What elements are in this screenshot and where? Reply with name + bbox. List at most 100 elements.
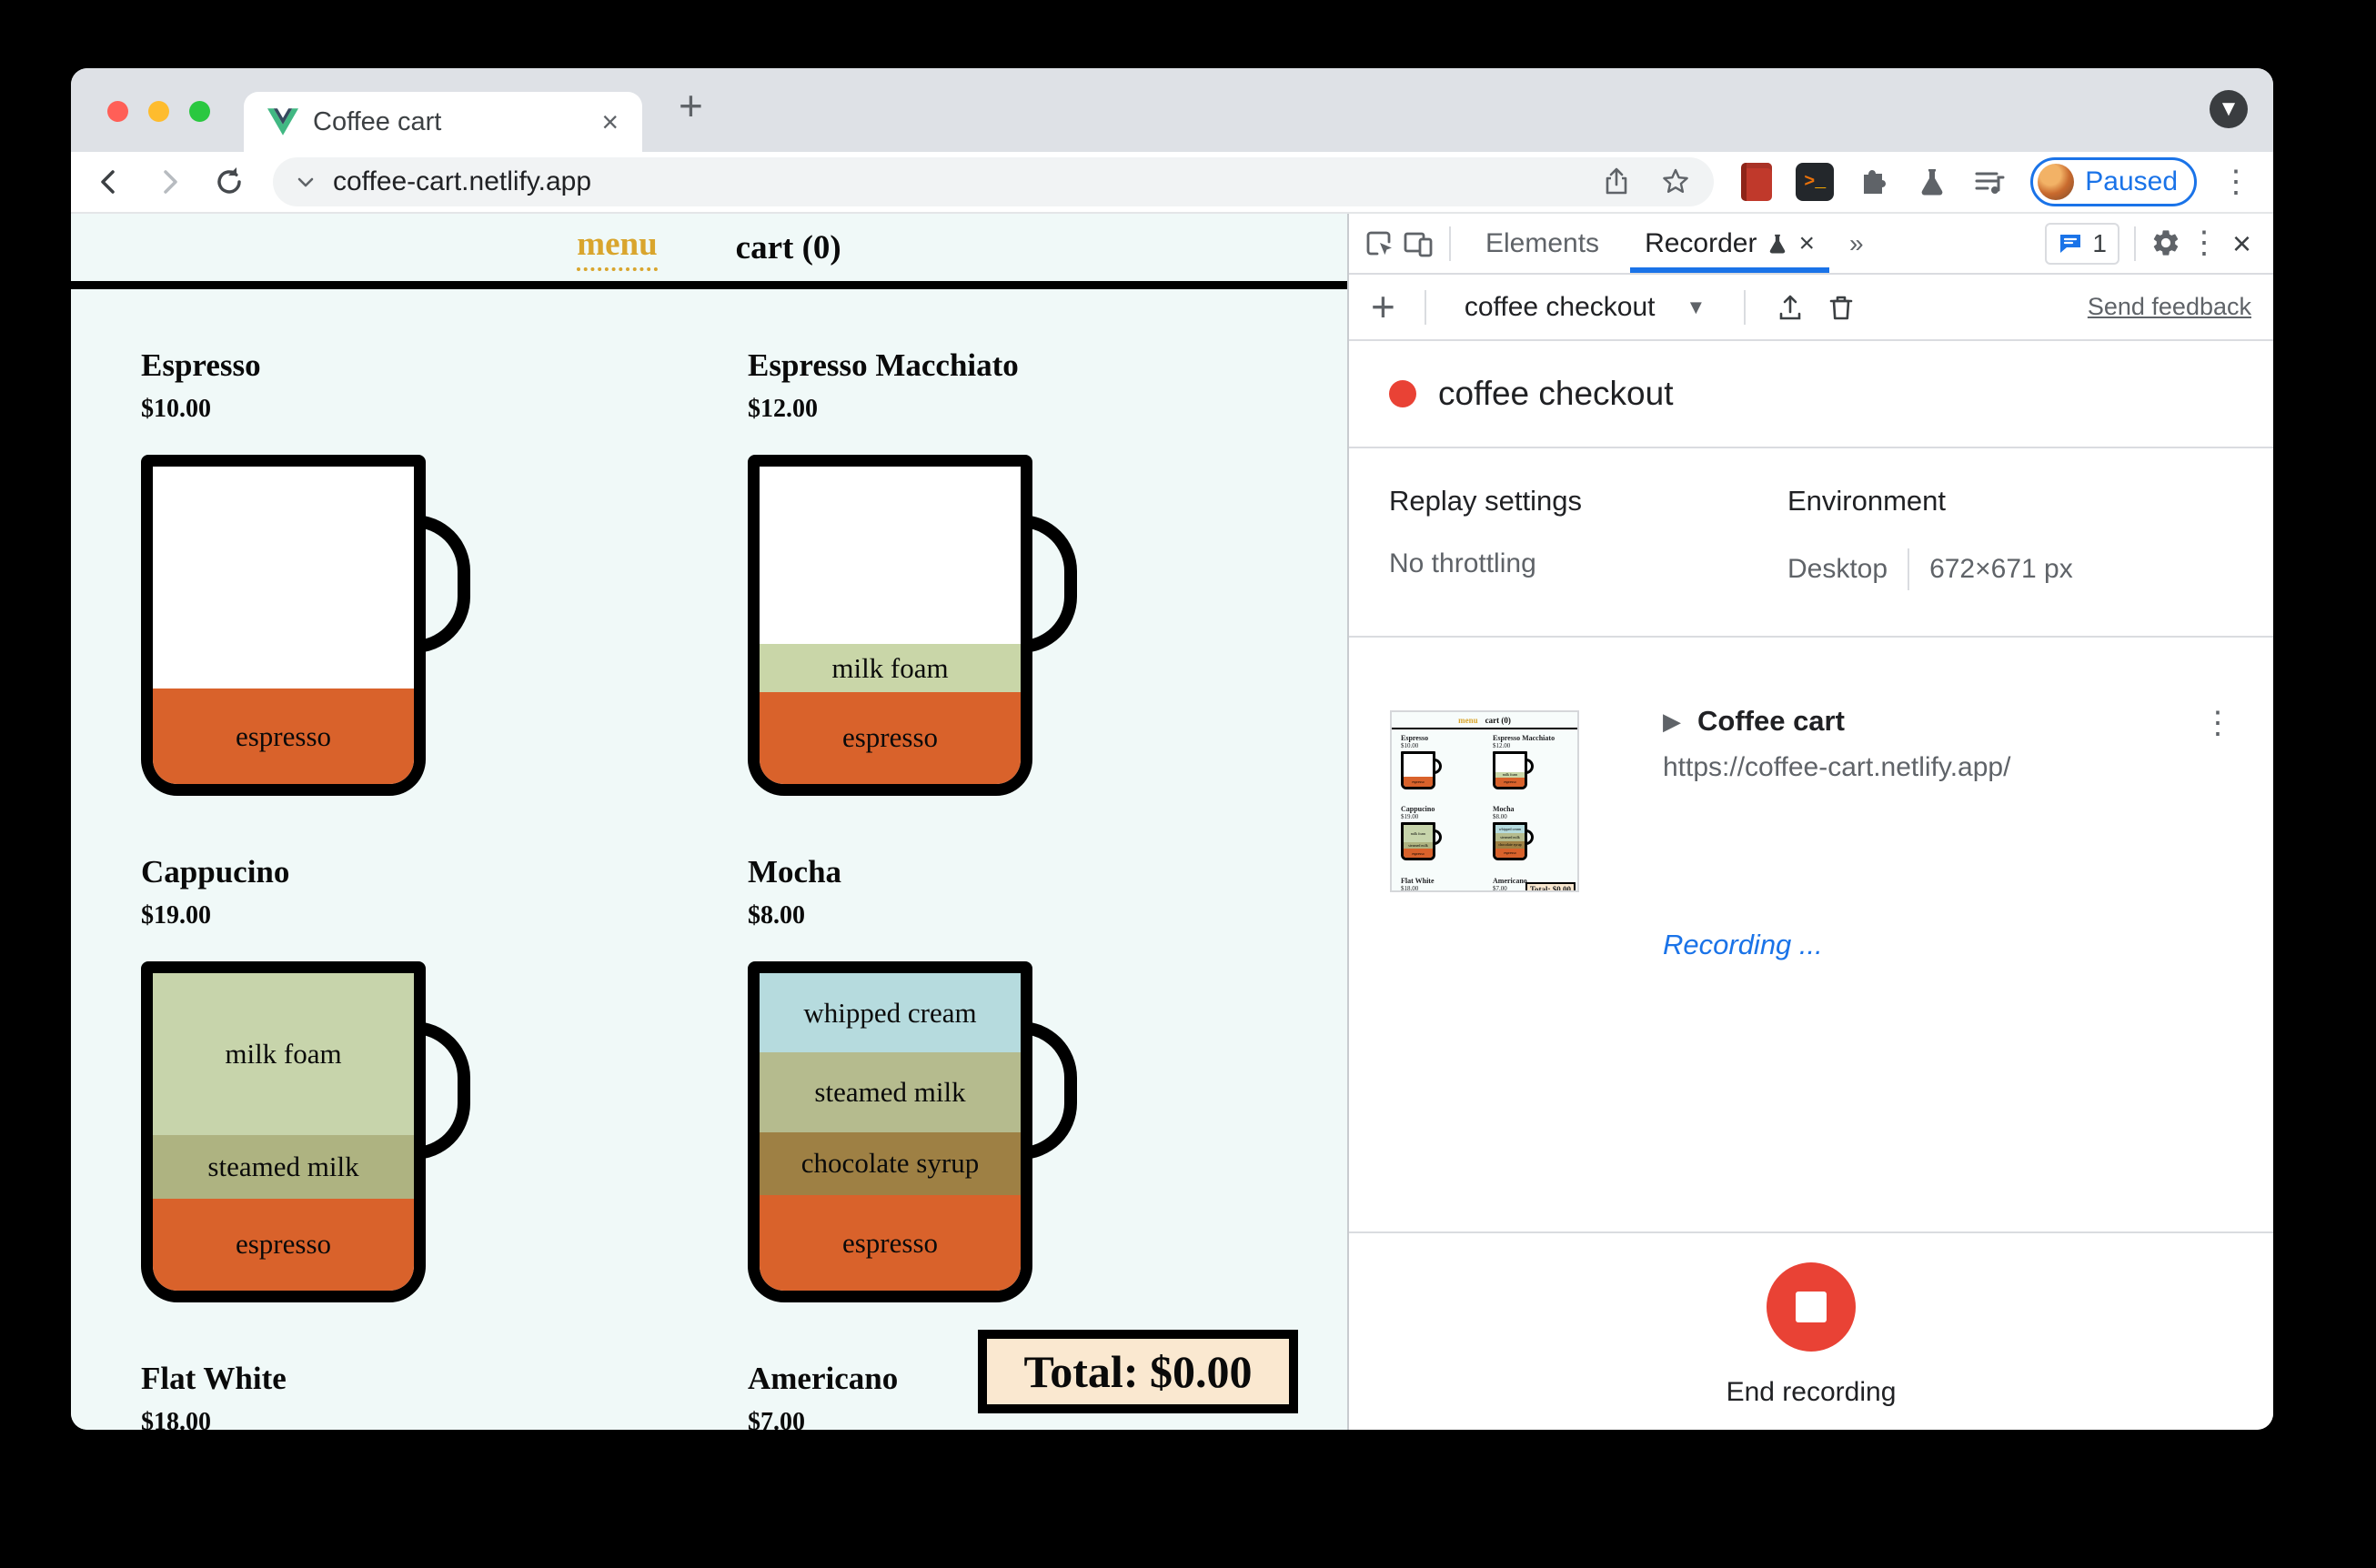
issues-counter[interactable]: 1: [2045, 222, 2119, 265]
share-icon[interactable]: [1601, 166, 1632, 197]
select-chevron-icon: ▼: [1686, 295, 1706, 318]
cup-visual: whipped cream steamed milk chocolate syrup…: [748, 961, 1089, 1302]
inspect-element-icon[interactable]: [1364, 227, 1396, 260]
mini-cup-layer: milk foam: [1404, 825, 1433, 842]
send-feedback-link[interactable]: Send feedback: [2088, 293, 2251, 321]
mini-cup-layer: espresso: [1404, 777, 1433, 787]
mini-product-price: $10.00: [1401, 742, 1419, 749]
device-toolbar-icon[interactable]: [1402, 227, 1435, 260]
coffee-cup[interactable]: milk foam espresso: [748, 455, 1032, 796]
tab-elements[interactable]: Elements: [1465, 214, 1619, 273]
reload-button[interactable]: [213, 166, 246, 198]
address-bar[interactable]: coffee-cart.netlify.app: [273, 157, 1715, 206]
media-queue-icon[interactable]: [1972, 165, 2007, 199]
tab-recorder[interactable]: Recorder ×: [1625, 214, 1835, 273]
end-recording-button[interactable]: [1767, 1262, 1856, 1352]
recording-select[interactable]: coffee checkout ▼: [1455, 292, 1715, 323]
cup-layer-steamed-milk: steamed milk: [760, 1052, 1021, 1132]
cup-layer-milk-foam: milk foam: [760, 644, 1021, 692]
nav-menu-link[interactable]: menu: [577, 225, 658, 271]
product-price: $8.00: [748, 901, 805, 930]
stop-icon: [1796, 1292, 1827, 1322]
extensions-row: > _ Paused ⋮: [1741, 157, 2251, 206]
extensions-puzzle-icon[interactable]: [1858, 165, 1892, 199]
cup-layer-label: steamed milk: [814, 1075, 966, 1108]
mini-total-badge: Total: $0.00: [1525, 882, 1576, 890]
devtools-settings-gear-icon[interactable]: [2150, 227, 2183, 260]
product-card: Espresso $10.00 espresso: [141, 347, 748, 796]
mini-cup-handle: [1525, 759, 1534, 774]
tab-close-icon[interactable]: ×: [601, 107, 619, 136]
cup-visual: espresso: [141, 455, 482, 796]
cup-visual: milk foam espresso: [748, 455, 1089, 796]
mini-product-price: $8.00: [1493, 813, 1507, 821]
tab-search-chevron-icon[interactable]: ▼: [2210, 90, 2248, 128]
mini-coffee-cup: whipped cream steamed milk chocolate syrup…: [1493, 822, 1527, 861]
coffee-cup[interactable]: milk foam steamed milk espresso: [141, 961, 426, 1302]
mini-product-card: Cappucino $19.00 milk foam steamed milk espr…: [1401, 805, 1480, 869]
forward-button[interactable]: [153, 166, 186, 198]
cup-layer-label: espresso: [841, 721, 939, 754]
close-window-button[interactable]: [107, 101, 128, 122]
recording-heading: coffee checkout: [1349, 341, 2273, 448]
browser-tab[interactable]: Coffee cart ×: [244, 92, 642, 152]
add-recording-button[interactable]: +: [1371, 286, 1395, 327]
delete-recording-icon[interactable]: [1826, 292, 1857, 323]
cup-layer-espresso: espresso: [760, 691, 1021, 784]
cup-layer-label: milk foam: [831, 651, 949, 684]
mini-coffee-cup: espresso: [1401, 751, 1435, 789]
url-text: coffee-cart.netlify.app: [333, 166, 592, 196]
coffee-cart-page: menu cart (0) Espresso $10.00 espresso Espr…: [71, 214, 1347, 1430]
profile-paused-button[interactable]: Paused: [2030, 157, 2197, 206]
step-expand-arrow-icon[interactable]: ▶: [1663, 708, 1681, 736]
environment-title[interactable]: Environment: [1787, 485, 2073, 518]
mini-cup-visual: milk foam steamed milk espresso: [1401, 822, 1442, 861]
cup-layer-espresso: espresso: [153, 689, 414, 784]
cheatsheet-extension-icon[interactable]: [1741, 163, 1773, 201]
zoom-window-button[interactable]: [189, 101, 210, 122]
cup-layer-label: milk foam: [225, 1038, 342, 1070]
cup-layer-espresso: espresso: [153, 1198, 414, 1291]
product-price: $18.00: [141, 1408, 211, 1430]
traffic-lights: [107, 101, 210, 122]
bookmark-star-icon[interactable]: [1659, 166, 1692, 198]
recorder-toolbar: + coffee checkout ▼ Send feedback: [1349, 275, 2273, 341]
mini-product-card: Flat White $18.00: [1401, 877, 1480, 890]
mini-coffee-cup: milk foam steamed milk espresso: [1401, 822, 1435, 861]
new-tab-button[interactable]: +: [679, 81, 703, 130]
site-info-chevron-icon[interactable]: [295, 171, 317, 193]
replay-settings-title[interactable]: Replay settings: [1389, 485, 1787, 518]
product-card: Cappucino $19.00 milk foam steamed milk espr…: [141, 854, 748, 1302]
cup-layer-milk-foam: milk foam: [153, 973, 414, 1135]
mini-product-name: Cappucino: [1401, 805, 1435, 814]
minimize-window-button[interactable]: [148, 101, 169, 122]
close-devtools-icon[interactable]: ×: [2225, 225, 2259, 263]
cup-layer-label: espresso: [841, 1226, 939, 1259]
mini-cup-layer: steamed milk: [1495, 833, 1525, 842]
terminal-extension-icon[interactable]: > _: [1796, 163, 1835, 201]
coffee-cup[interactable]: espresso: [141, 455, 426, 796]
tab-strip: Coffee cart × + ▼: [71, 68, 2273, 152]
product-card: Flat White $18.00: [141, 1361, 748, 1430]
close-recorder-tab-icon[interactable]: ×: [1798, 228, 1815, 259]
nav-cart-link[interactable]: cart (0): [736, 228, 841, 267]
devtools-menu-kebab-icon[interactable]: ⋮: [2189, 227, 2220, 259]
devtools-tabbar: Elements Recorder × » 1 ⋮ ×: [1349, 214, 2273, 275]
export-recording-icon[interactable]: [1775, 292, 1806, 323]
step-menu-kebab-icon[interactable]: ⋮: [2202, 708, 2233, 739]
flask-extension-icon[interactable]: [1916, 166, 1948, 198]
browser-menu-kebab-icon[interactable]: ⋮: [2220, 166, 2251, 197]
step-url: https://coffee-cart.netlify.app/: [1663, 752, 2011, 782]
recorder-flask-icon: [1766, 232, 1789, 256]
recording-status: Recording ...: [1663, 929, 1823, 960]
mini-cup-visual: milk foam espresso: [1493, 751, 1534, 789]
more-tabs-icon[interactable]: »: [1840, 229, 1873, 258]
back-button[interactable]: [93, 166, 126, 198]
mini-cup-visual: espresso: [1401, 751, 1442, 789]
cup-layer-chocolate-syrup: chocolate syrup: [760, 1131, 1021, 1196]
mini-cup-layer: espresso: [1404, 848, 1433, 859]
mini-cup-handle: [1525, 829, 1534, 846]
cup-layer-label: whipped cream: [803, 996, 977, 1029]
mini-product-name: Mocha: [1493, 805, 1515, 814]
coffee-cup[interactable]: whipped cream steamed milk chocolate syrup…: [748, 961, 1032, 1302]
